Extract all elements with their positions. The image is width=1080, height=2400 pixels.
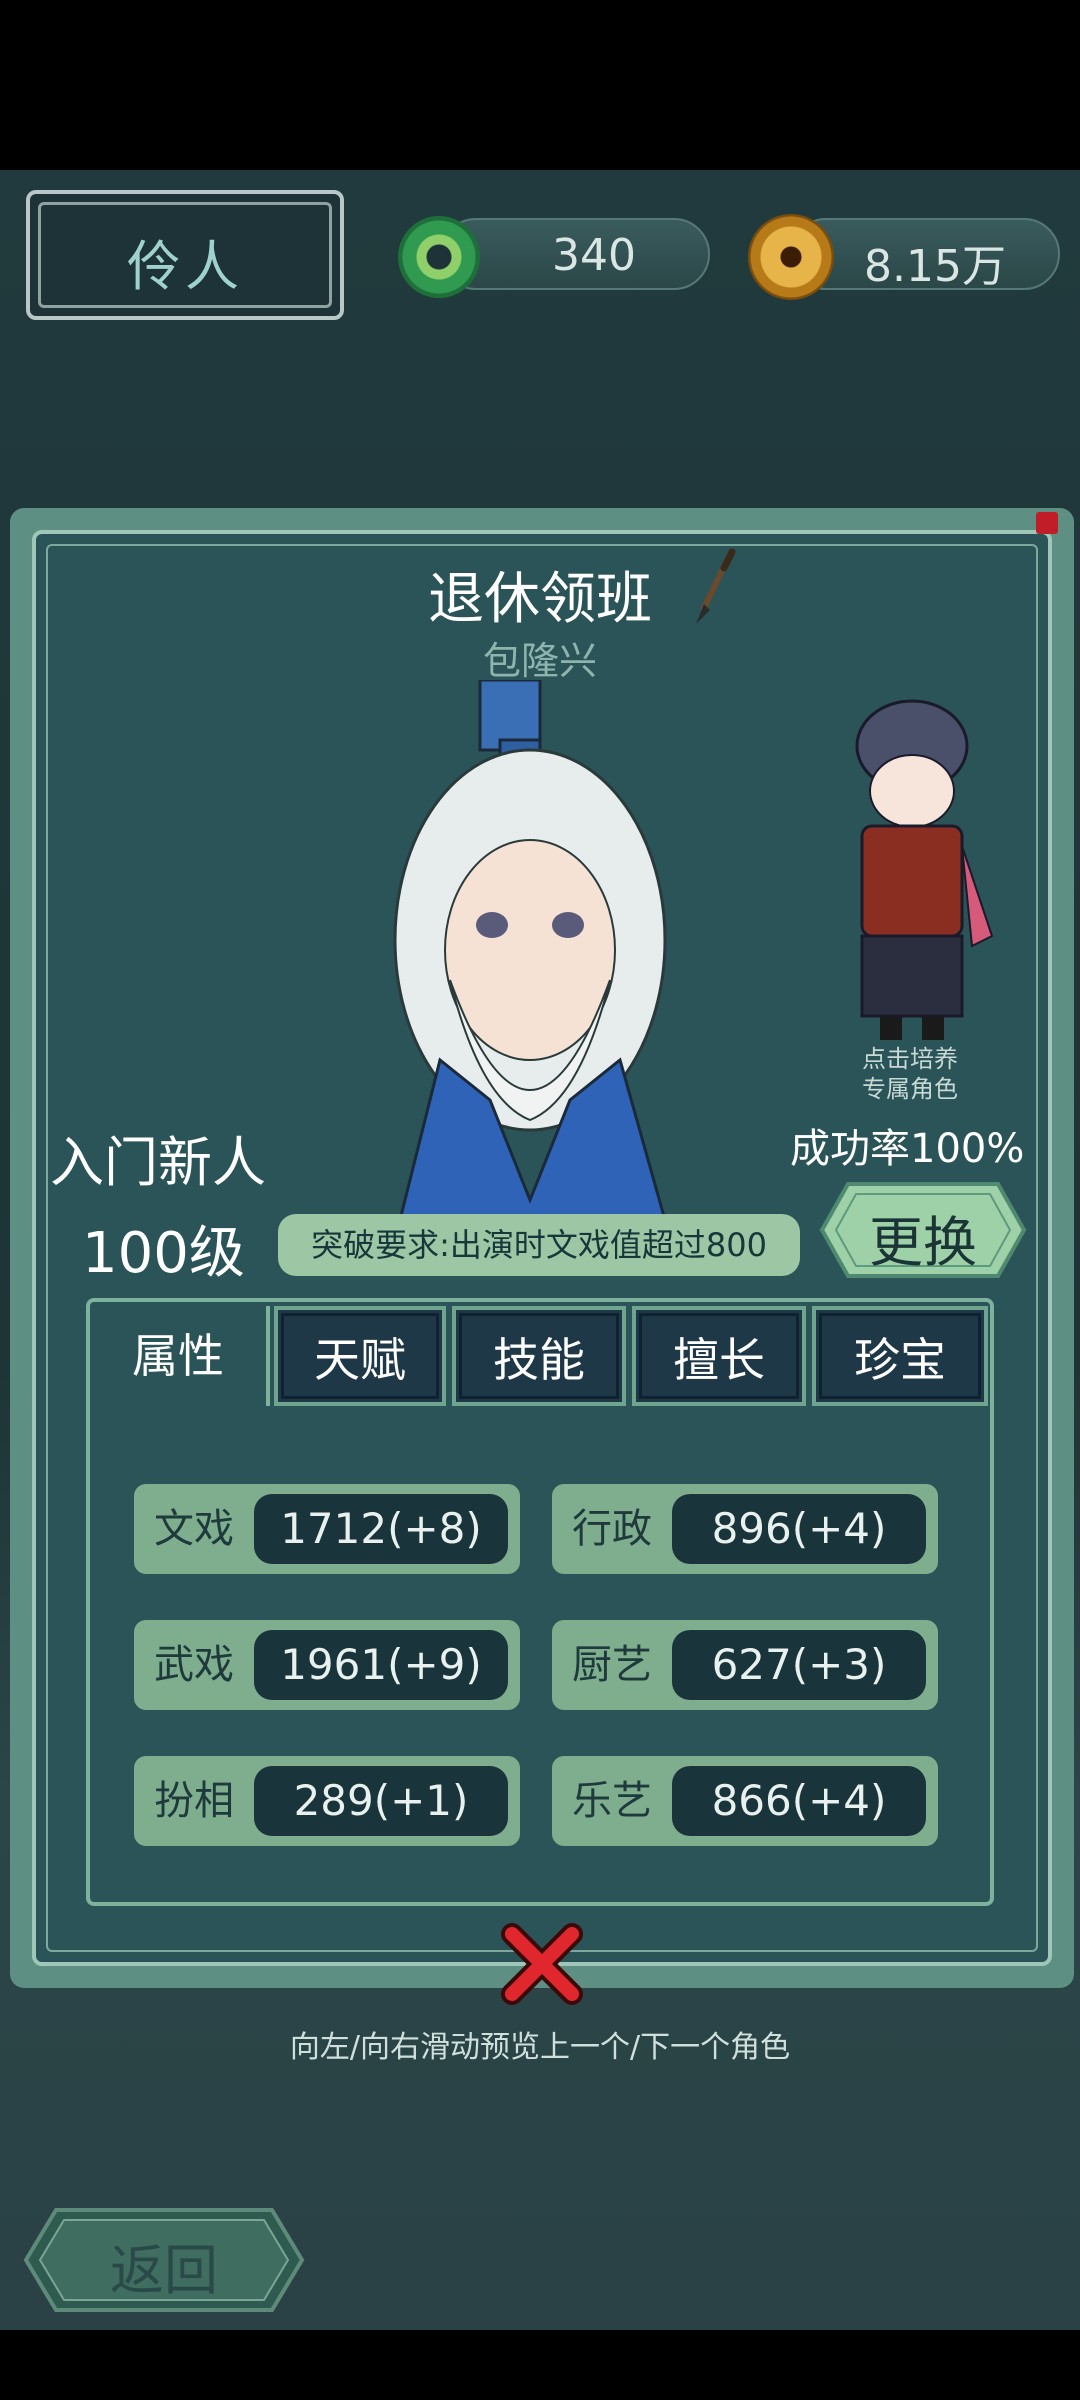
- brush-icon[interactable]: [690, 548, 740, 628]
- stat-xingzheng: 行政 896(+4): [552, 1484, 938, 1574]
- breakthrough-requirement: 突破要求:出演时文戏值超过800: [278, 1214, 800, 1276]
- back-button-label: 返回: [110, 2239, 218, 2302]
- stat-yueyi: 乐艺 866(+4): [552, 1756, 938, 1846]
- change-button-label: 更换: [869, 1211, 977, 1274]
- jade-resource[interactable]: 340: [440, 218, 710, 290]
- character-name: 包隆兴: [482, 639, 597, 683]
- stat-value: 896(+4): [672, 1494, 926, 1564]
- stat-value: 866(+4): [672, 1766, 926, 1836]
- coin-amount: 8.15万: [864, 241, 1006, 292]
- stat-label: 行政: [572, 1506, 652, 1552]
- status-bar: [0, 0, 1080, 170]
- character-title: 退休领班: [428, 567, 652, 632]
- tab-treasure[interactable]: 珍宝: [812, 1306, 988, 1406]
- stat-value: 1961(+9): [254, 1630, 508, 1700]
- tab-specialty[interactable]: 擅长: [632, 1306, 806, 1406]
- jade-disc-icon: [398, 216, 480, 298]
- back-button[interactable]: 返回: [22, 2206, 306, 2314]
- exclusive-character-figure[interactable]: [822, 696, 1002, 1048]
- close-icon[interactable]: [496, 1918, 588, 2010]
- navigation-bar: [0, 2330, 1080, 2400]
- train-label-line1: 点击培养: [862, 1045, 958, 1073]
- character-portrait[interactable]: [380, 680, 700, 1220]
- character-rank: 入门新人: [50, 1131, 266, 1194]
- stat-label: 扮相: [154, 1778, 234, 1824]
- stat-label: 乐艺: [572, 1778, 652, 1824]
- corner-ornament: [1036, 512, 1058, 534]
- tab-skill[interactable]: 技能: [452, 1306, 626, 1406]
- train-exclusive-label[interactable]: 点击培养 专属角色: [820, 1044, 1000, 1104]
- change-button[interactable]: 更换: [818, 1180, 1028, 1280]
- copper-coin-icon: [748, 214, 834, 300]
- train-label-line2: 专属角色: [862, 1075, 958, 1103]
- swipe-hint: 向左/向右滑动预览上一个/下一个角色: [289, 2030, 791, 2065]
- stat-label: 文戏: [154, 1506, 234, 1552]
- stat-wuxi: 武戏 1961(+9): [134, 1620, 520, 1710]
- stat-value: 1712(+8): [254, 1494, 508, 1564]
- page-title: 伶人: [127, 235, 243, 298]
- character-level: 100级: [82, 1221, 245, 1286]
- stat-label: 厨艺: [572, 1642, 652, 1688]
- stat-value: 627(+3): [672, 1630, 926, 1700]
- tab-attributes[interactable]: 属性: [90, 1306, 270, 1406]
- page-title-plate: 伶人: [26, 190, 344, 320]
- tab-talent[interactable]: 天赋: [274, 1306, 446, 1406]
- stat-chuyi: 厨艺 627(+3): [552, 1620, 938, 1710]
- stat-label: 武戏: [154, 1642, 234, 1688]
- success-rate: 成功率100%: [790, 1126, 1025, 1172]
- jade-amount: 340: [552, 230, 636, 281]
- stat-wenxi: 文戏 1712(+8): [134, 1484, 520, 1574]
- stat-banxiang: 扮相 289(+1): [134, 1756, 520, 1846]
- stat-value: 289(+1): [254, 1766, 508, 1836]
